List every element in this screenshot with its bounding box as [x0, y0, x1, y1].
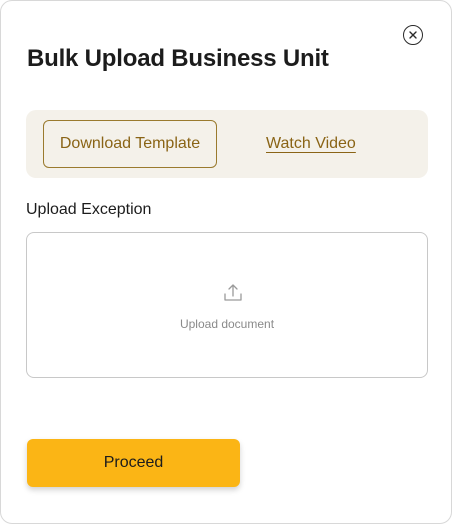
- upload-section-label: Upload Exception: [26, 201, 152, 218]
- upload-placeholder-text: Upload document: [179, 317, 275, 331]
- template-toolbar: Download Template Watch Video: [26, 110, 428, 178]
- dialog-title: Bulk Upload Business Unit: [27, 45, 329, 72]
- close-button[interactable]: [403, 25, 423, 45]
- watch-video-link[interactable]: Watch Video: [266, 134, 356, 154]
- proceed-button[interactable]: Proceed: [27, 439, 240, 487]
- upload-icon: [224, 284, 242, 301]
- close-icon: [409, 31, 417, 39]
- bulk-upload-dialog: Bulk Upload Business Unit Download Templ…: [0, 0, 452, 524]
- upload-dropzone[interactable]: Upload document: [26, 232, 428, 378]
- download-template-button[interactable]: Download Template: [43, 120, 217, 168]
